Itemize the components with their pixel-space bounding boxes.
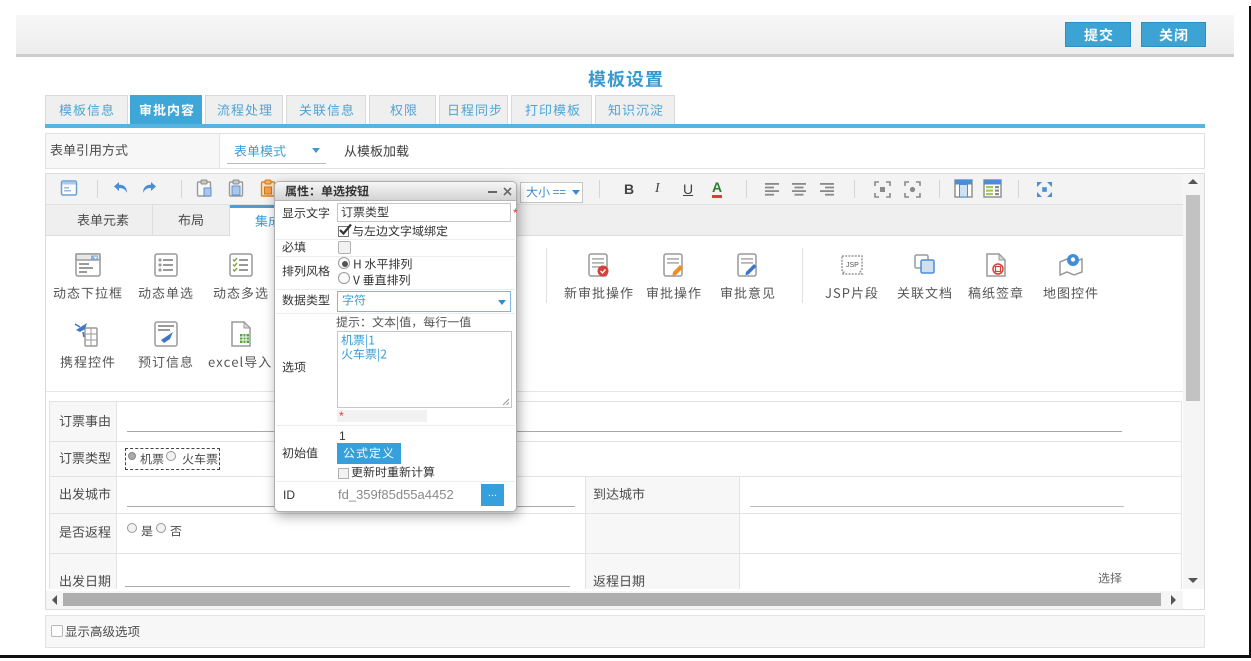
- svg-text:JSP: JSP: [846, 262, 859, 269]
